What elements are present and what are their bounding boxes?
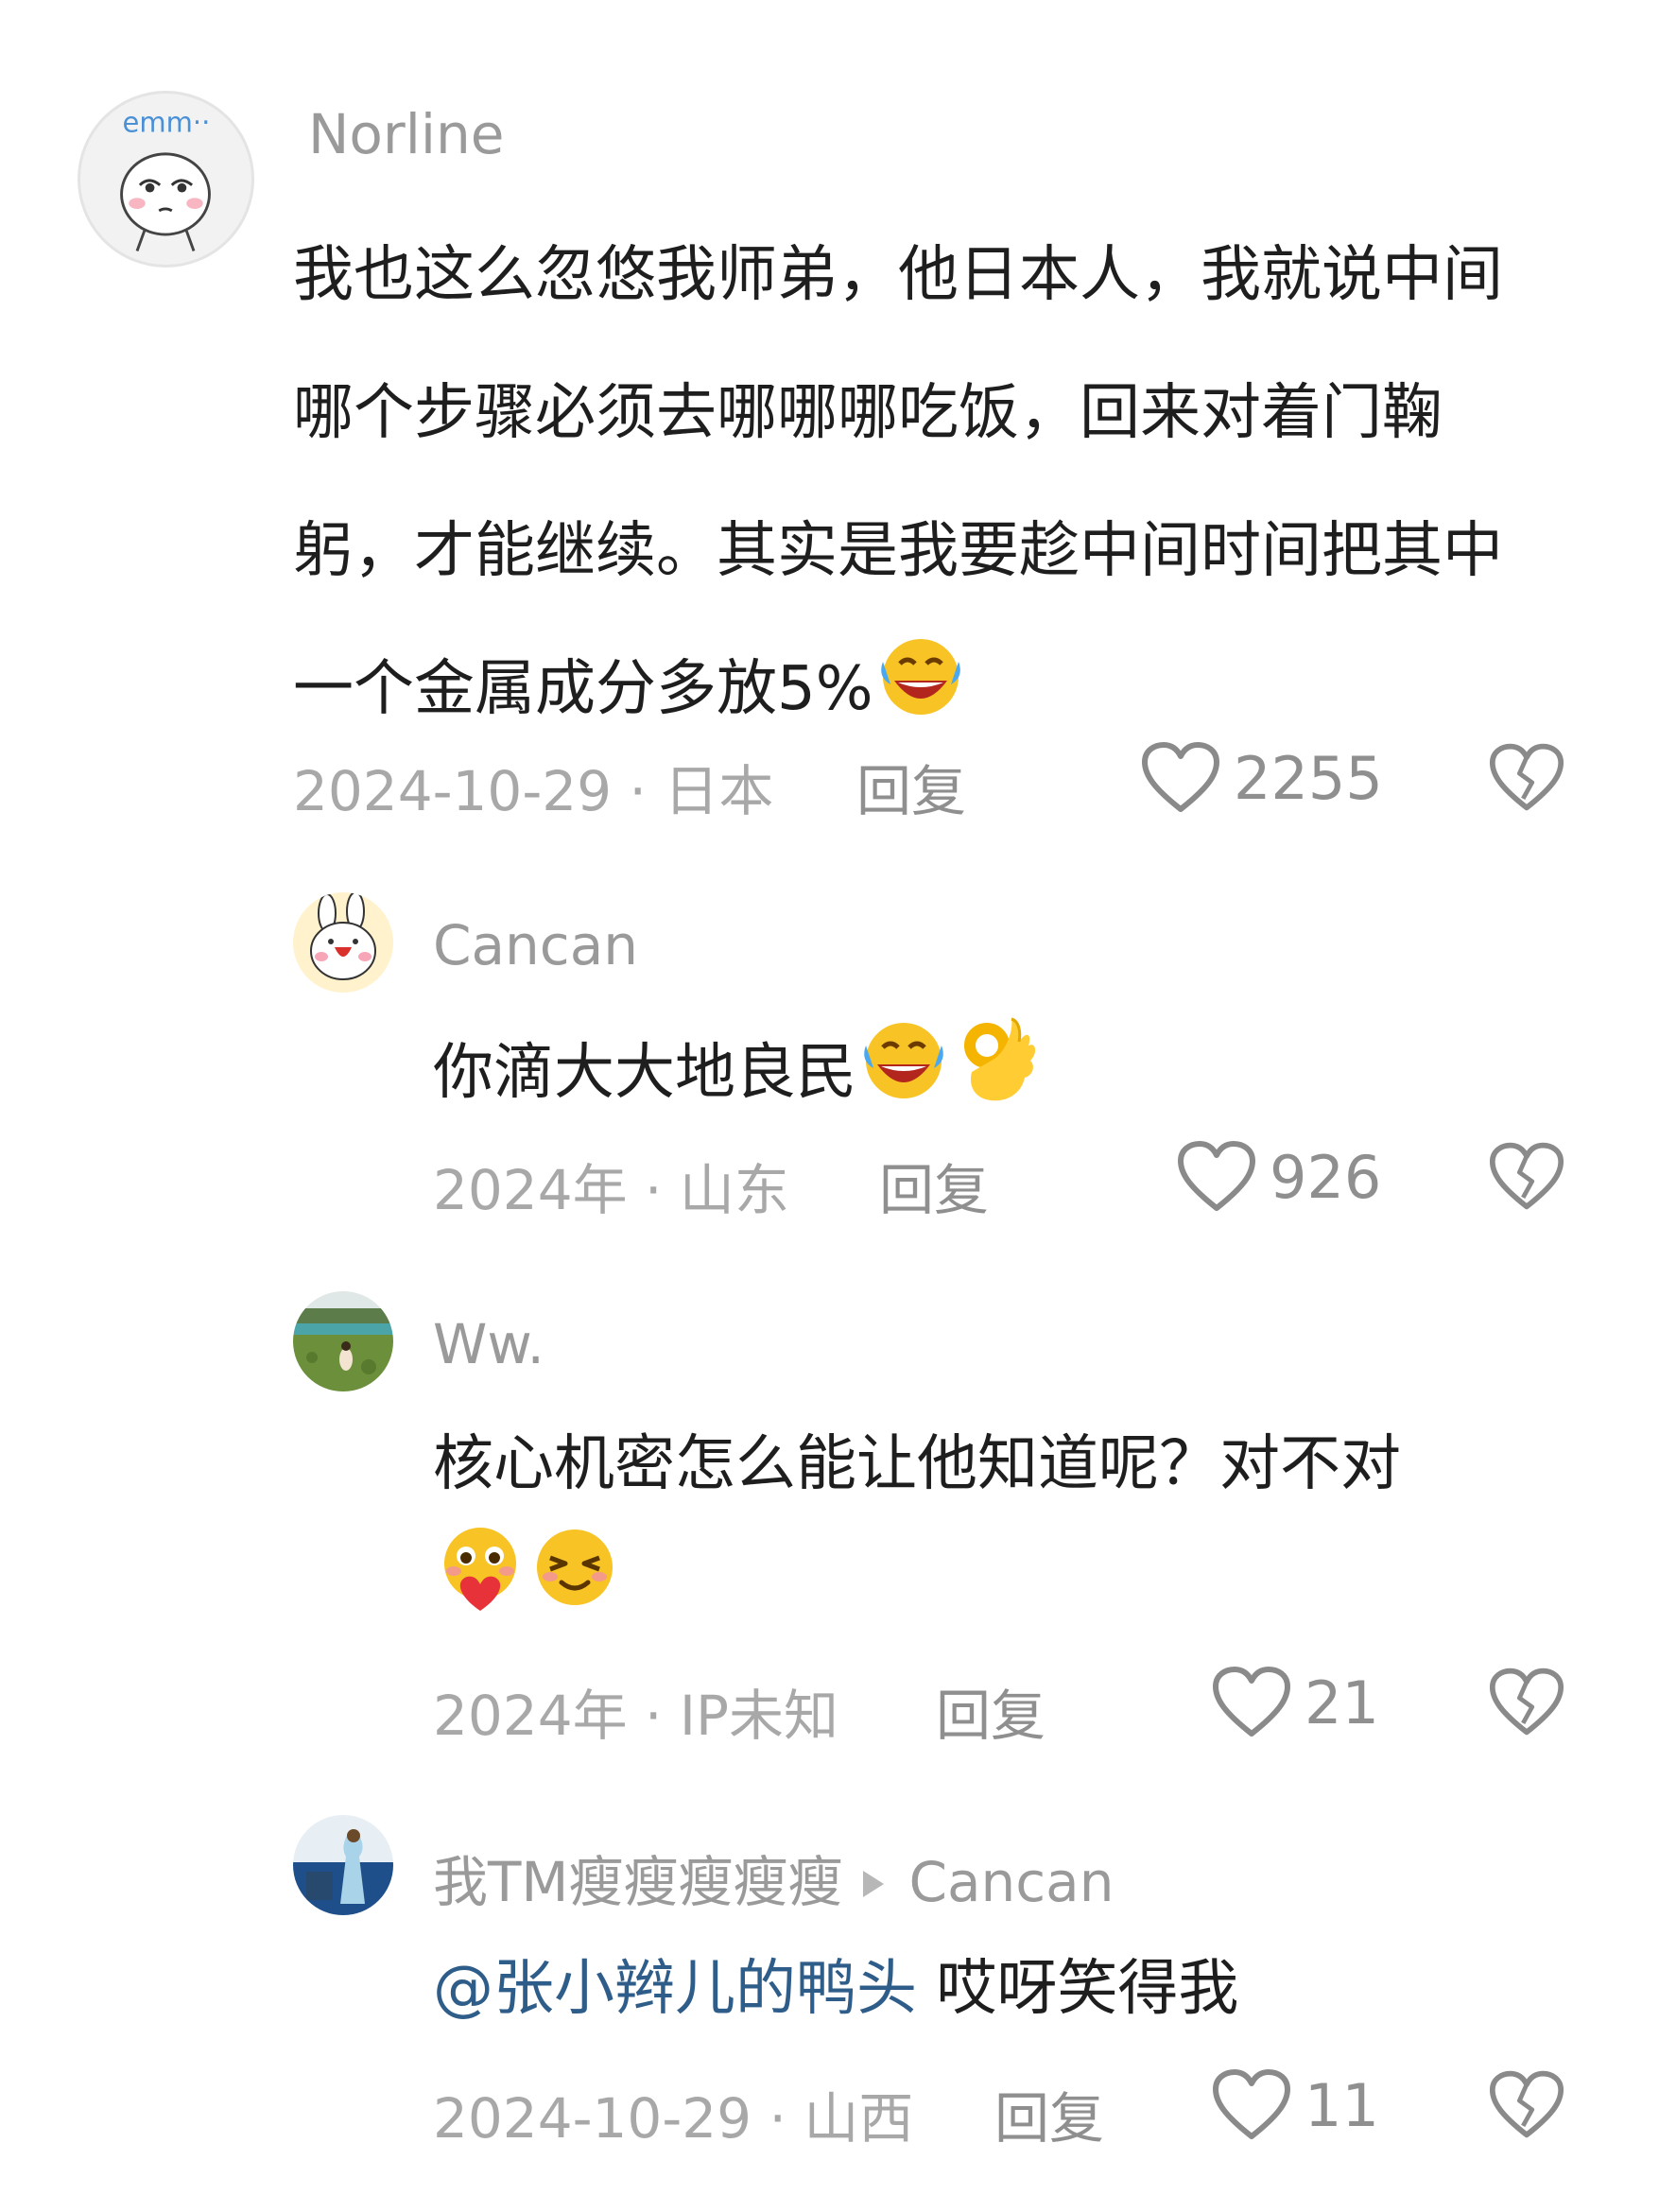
like-button[interactable]: 21	[1212, 1666, 1379, 1739]
dislike-button[interactable]	[1489, 1140, 1564, 1218]
dislike-button[interactable]	[1489, 1666, 1564, 1743]
comment-meta: 2024-10-29 · 日本 回复 2255	[0, 742, 1659, 823]
laughing-crying-emoji-icon	[856, 1011, 951, 1138]
smug-smile-emoji-icon	[527, 1520, 622, 1650]
bunny-avatar-icon	[293, 892, 393, 993]
date-location: 2024年 · IP未知	[433, 1684, 838, 1748]
like-count: 21	[1305, 1668, 1379, 1737]
comment-meta: 2024年 · 山东 回复 926	[0, 1141, 1659, 1222]
comment-text: 哎呀笑得我	[917, 1954, 1239, 2024]
avatar[interactable]	[293, 1815, 393, 1915]
dislike-button[interactable]	[1489, 2068, 1564, 2146]
reply-button[interactable]: 回复	[879, 1146, 989, 1225]
comment-username[interactable]: 我TM瘦瘦瘦瘦瘦	[433, 1850, 842, 1914]
reply-arrow-icon	[863, 1871, 885, 1897]
like-count: 11	[1305, 2070, 1379, 2140]
comment-body: 核心机密怎么能让他知道呢？对不对	[433, 1408, 1558, 1650]
like-button[interactable]: 2255	[1141, 741, 1383, 815]
dislike-button[interactable]	[1489, 741, 1564, 819]
heart-icon	[1213, 1667, 1290, 1737]
hugging-heart-emoji-icon	[433, 1520, 527, 1650]
like-count: 2255	[1234, 743, 1383, 813]
sticker-avatar-icon: emm··	[120, 107, 211, 251]
reply-to-username[interactable]: Cancan	[908, 1850, 1114, 1914]
avatar-label: emm··	[123, 107, 211, 139]
avatar[interactable]	[293, 1291, 393, 1391]
like-button[interactable]: 926	[1177, 1140, 1381, 1214]
comment-reply-header: 我TM瘦瘦瘦瘦瘦 Cancan	[433, 1838, 1114, 1917]
comment-text: 你滴大大地良民	[433, 1038, 856, 1108]
comment-body: 我也这么忽悠我师弟，他日本人，我就说中间哪个步骤必须去哪哪哪吃饭，回来对着门鞠躬…	[293, 206, 1550, 771]
date-location: 2024年 · 山东	[433, 1158, 789, 1222]
heart-icon	[1213, 2069, 1290, 2139]
comment-text: 核心机密怎么能让他知道呢？对不对	[433, 1429, 1401, 1499]
reply-button[interactable]: 回复	[994, 2074, 1104, 2153]
comment-username[interactable]: Ww.	[433, 1312, 544, 1376]
landscape-avatar-icon	[293, 1291, 393, 1391]
comment-username[interactable]: Cancan	[433, 913, 638, 977]
comment-meta: 2024-10-29 · 山西 回复 11	[0, 2069, 1659, 2153]
date-location: 2024-10-29 · 日本	[293, 759, 774, 823]
heart-icon	[1142, 742, 1219, 812]
reply-button[interactable]: 回复	[936, 1671, 1046, 1751]
comment-body: @张小辫儿的鸭头 哎呀笑得我	[433, 1944, 1567, 2034]
broken-heart-icon	[1489, 743, 1564, 811]
comment-body: 你滴大大地良民	[433, 1011, 1567, 1138]
comment-meta: 2024年 · IP未知 回复 21	[0, 1667, 1659, 1748]
like-count: 926	[1270, 1142, 1382, 1212]
avatar[interactable]	[293, 892, 393, 993]
heart-icon	[1178, 1141, 1255, 1211]
photo-avatar-icon	[293, 1815, 393, 1915]
mention-link[interactable]: @张小辫儿的鸭头	[433, 1954, 917, 2024]
avatar[interactable]: emm··	[78, 91, 254, 268]
date-location: 2024-10-29 · 山西	[433, 2086, 914, 2151]
broken-heart-icon	[1489, 1668, 1564, 1736]
broken-heart-icon	[1489, 2070, 1564, 2138]
comment-username[interactable]: Norline	[308, 102, 504, 166]
ok-hand-emoji-icon	[951, 1011, 1042, 1138]
like-button[interactable]: 11	[1212, 2068, 1379, 2142]
broken-heart-icon	[1489, 1142, 1564, 1210]
reply-button[interactable]: 回复	[856, 747, 966, 826]
comment-item: emm·· Norline 我也这么忽悠我师弟，他日本人，我就说中间哪个步骤必须…	[0, 0, 1659, 851]
